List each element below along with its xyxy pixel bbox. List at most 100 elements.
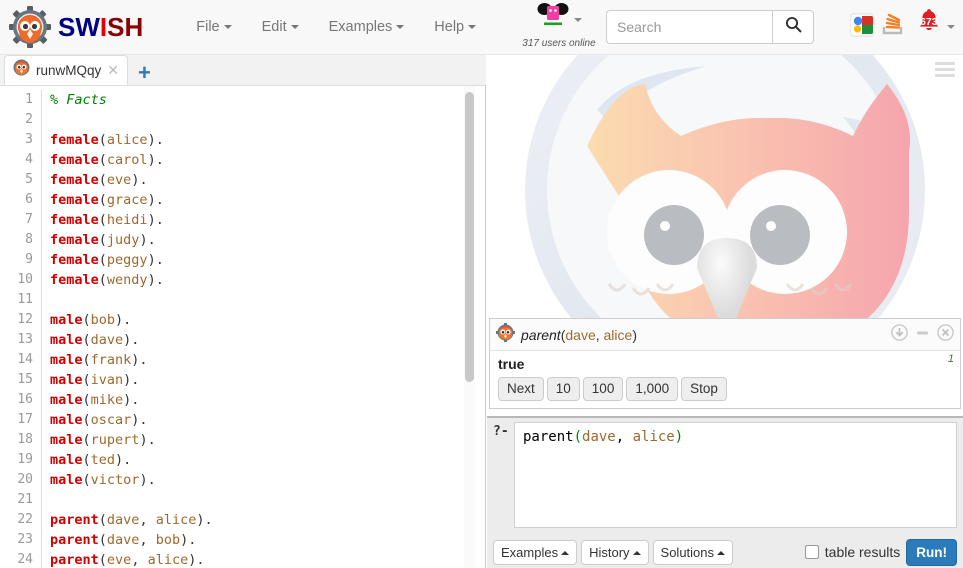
search-input[interactable] xyxy=(606,10,772,44)
download-icon[interactable] xyxy=(891,323,908,346)
nav-item-help[interactable]: Help xyxy=(419,9,491,45)
google-icon[interactable] xyxy=(850,13,874,37)
nav-item-examples[interactable]: Examples xyxy=(314,9,420,45)
code-line-text: male(mike). xyxy=(42,390,139,410)
code-line-text: parent(dave, bob). xyxy=(42,530,196,550)
code-line[interactable]: 4 female(carol). xyxy=(0,150,462,170)
solutions-dropup-button[interactable]: Solutions xyxy=(652,539,734,566)
tab-close-icon[interactable]: ✕ xyxy=(107,63,119,77)
code-token: ). xyxy=(188,552,205,568)
line-number: 15 xyxy=(0,370,42,390)
source-code[interactable]: 1% Facts 2 3 female(alice). 4 female(carol). 5… xyxy=(0,90,462,568)
editor-tabbar: runwMQqy ✕ + xyxy=(0,55,486,86)
code-token: ). xyxy=(147,272,164,288)
next-1000-button[interactable]: 1,000 xyxy=(626,377,679,402)
code-line[interactable]: 24 parent(eve, alice). xyxy=(0,550,462,568)
code-line[interactable]: 8 female(judy). xyxy=(0,230,462,250)
code-line[interactable]: 23 parent(dave, bob). xyxy=(0,530,462,550)
code-line[interactable]: 11 xyxy=(0,290,462,310)
table-results-label[interactable]: table results xyxy=(825,544,900,560)
answer-action-buttons: Next 10 100 1,000 Stop xyxy=(498,377,952,402)
nav-item-edit[interactable]: Edit xyxy=(247,9,314,45)
answer-query-close-paren: ) xyxy=(632,326,637,343)
line-number: 11 xyxy=(0,290,42,310)
code-line[interactable]: 10 female(wendy). xyxy=(0,270,462,290)
chevron-down-icon xyxy=(290,25,299,30)
next-100-button[interactable]: 100 xyxy=(582,377,624,402)
code-token: eve xyxy=(106,552,132,568)
code-token: ( xyxy=(98,192,107,208)
query-input[interactable]: parent(dave, alice) xyxy=(514,422,957,528)
code-line[interactable]: 6 female(grace). xyxy=(0,190,462,210)
tab-runwMQqy[interactable]: runwMQqy ✕ xyxy=(4,55,128,85)
query-toolbar: Examples History Solutions table results R… xyxy=(487,535,963,568)
code-line[interactable]: 20 male(victor). xyxy=(0,470,462,490)
code-token: alice xyxy=(147,552,189,568)
stackoverflow-icon[interactable] xyxy=(880,12,905,37)
code-token: male xyxy=(50,392,83,408)
code-line-text: female(judy). xyxy=(42,230,156,250)
code-line[interactable]: 3 female(alice). xyxy=(0,130,462,150)
code-token: victor xyxy=(90,472,140,488)
code-line[interactable]: 5 female(eve). xyxy=(0,170,462,190)
source-editor-pane[interactable]: 1% Facts 2 3 female(alice). 4 female(carol). 5… xyxy=(0,86,486,568)
close-icon[interactable] xyxy=(937,323,954,346)
examples-dropup-button[interactable]: Examples xyxy=(493,539,578,566)
line-number: 13 xyxy=(0,330,42,350)
code-line[interactable]: 13 male(dave). xyxy=(0,330,462,350)
code-token: female xyxy=(50,152,99,168)
query-close-paren: ) xyxy=(674,429,684,445)
code-line-text: male(ted). xyxy=(42,450,131,470)
line-number: 18 xyxy=(0,430,42,450)
code-token: ( xyxy=(98,272,107,288)
answer-query-separator: , xyxy=(595,326,604,343)
code-line[interactable]: 2 xyxy=(0,110,462,130)
minimize-icon[interactable] xyxy=(915,325,930,345)
code-line[interactable]: 21 xyxy=(0,490,462,510)
chevron-up-icon xyxy=(561,551,570,556)
code-token: female xyxy=(50,272,99,288)
editor-scrollbar[interactable] xyxy=(464,86,475,568)
chevron-down-icon xyxy=(396,25,405,30)
code-line[interactable]: 16 male(mike). xyxy=(0,390,462,410)
code-token: heidi xyxy=(106,212,148,228)
search-button[interactable] xyxy=(772,10,814,44)
code-token: ). xyxy=(123,332,140,348)
code-line[interactable]: 15 male(ivan). xyxy=(0,370,462,390)
line-number: 6 xyxy=(0,190,42,210)
nav-item-file[interactable]: File xyxy=(181,9,246,45)
navbar-right-icons: 673 xyxy=(850,8,955,41)
code-line[interactable]: 1 % Facts xyxy=(0,90,462,110)
code-line[interactable]: 22 parent(dave, alice). xyxy=(0,510,462,530)
notification-count-badge: 673 xyxy=(920,16,938,28)
brand-logo-link[interactable]: SWISH xyxy=(0,5,143,49)
code-line[interactable]: 12 male(bob). xyxy=(0,310,462,330)
code-line[interactable]: 19 male(ted). xyxy=(0,450,462,470)
code-token: bob xyxy=(90,312,116,328)
notification-bell-button[interactable]: 673 xyxy=(915,8,955,41)
stop-button[interactable]: Stop xyxy=(681,377,727,402)
code-token: judy xyxy=(106,232,140,248)
line-number: 19 xyxy=(0,450,42,470)
code-line[interactable]: 14 male(frank). xyxy=(0,350,462,370)
table-results-checkbox[interactable] xyxy=(804,545,819,560)
query-run-controls: table results Run! xyxy=(804,538,957,567)
code-line[interactable]: 7 female(heidi). xyxy=(0,210,462,230)
history-dropup-button[interactable]: History xyxy=(581,539,649,566)
code-token: female xyxy=(50,212,99,228)
line-number: 20 xyxy=(0,470,42,490)
hamburger-menu-icon[interactable] xyxy=(935,62,955,77)
user-menu[interactable]: 317 users online xyxy=(519,2,599,49)
code-line[interactable]: 18 male(rupert). xyxy=(0,430,462,450)
next-10-button[interactable]: 10 xyxy=(546,377,580,402)
next-button[interactable]: Next xyxy=(498,377,544,402)
code-token: ). xyxy=(115,312,132,328)
code-token: ). xyxy=(139,232,156,248)
code-line[interactable]: 17 male(oscar). xyxy=(0,410,462,430)
add-tab-button[interactable]: + xyxy=(138,62,151,84)
code-line[interactable]: 9 female(peggy). xyxy=(0,250,462,270)
editor-scrollbar-thumb[interactable] xyxy=(465,92,474,382)
run-button[interactable]: Run! xyxy=(906,538,957,567)
line-number: 21 xyxy=(0,490,42,510)
code-token: male xyxy=(50,432,83,448)
